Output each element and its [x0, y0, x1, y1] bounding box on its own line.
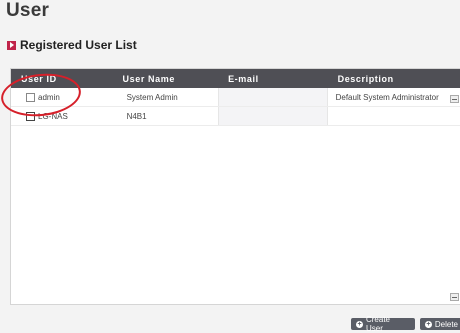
section-marker-icon	[7, 40, 16, 50]
cell-description: Default System Administrator	[335, 92, 439, 102]
scroll-up-button[interactable]	[450, 95, 459, 103]
page-title: User	[6, 0, 50, 21]
cell-email	[218, 88, 328, 106]
create-user-label: Create User	[365, 315, 390, 333]
create-user-button[interactable]: + Create User	[351, 315, 415, 333]
cell-user-name: N4B1	[126, 111, 147, 121]
cell-description	[328, 107, 460, 125]
scroll-down-button[interactable]	[450, 293, 459, 301]
delete-button[interactable]: + Delete	[420, 318, 460, 330]
table-row[interactable]: LG-NAS N4B1	[11, 107, 460, 126]
plus-icon: +	[425, 320, 432, 328]
cell-user-name: System Admin	[126, 92, 178, 102]
plus-icon: +	[356, 320, 363, 328]
column-header-email[interactable]: E-mail	[218, 69, 328, 88]
column-header-user-name[interactable]: User Name	[113, 69, 219, 88]
section-title-label: Registered User List	[20, 38, 137, 52]
user-list-table: User ID User Name E-mail Description adm…	[10, 68, 460, 305]
column-header-description[interactable]: Description	[328, 69, 460, 88]
delete-label: Delete	[434, 319, 458, 329]
section-title: Registered User List	[7, 38, 137, 52]
cell-email	[218, 107, 328, 125]
